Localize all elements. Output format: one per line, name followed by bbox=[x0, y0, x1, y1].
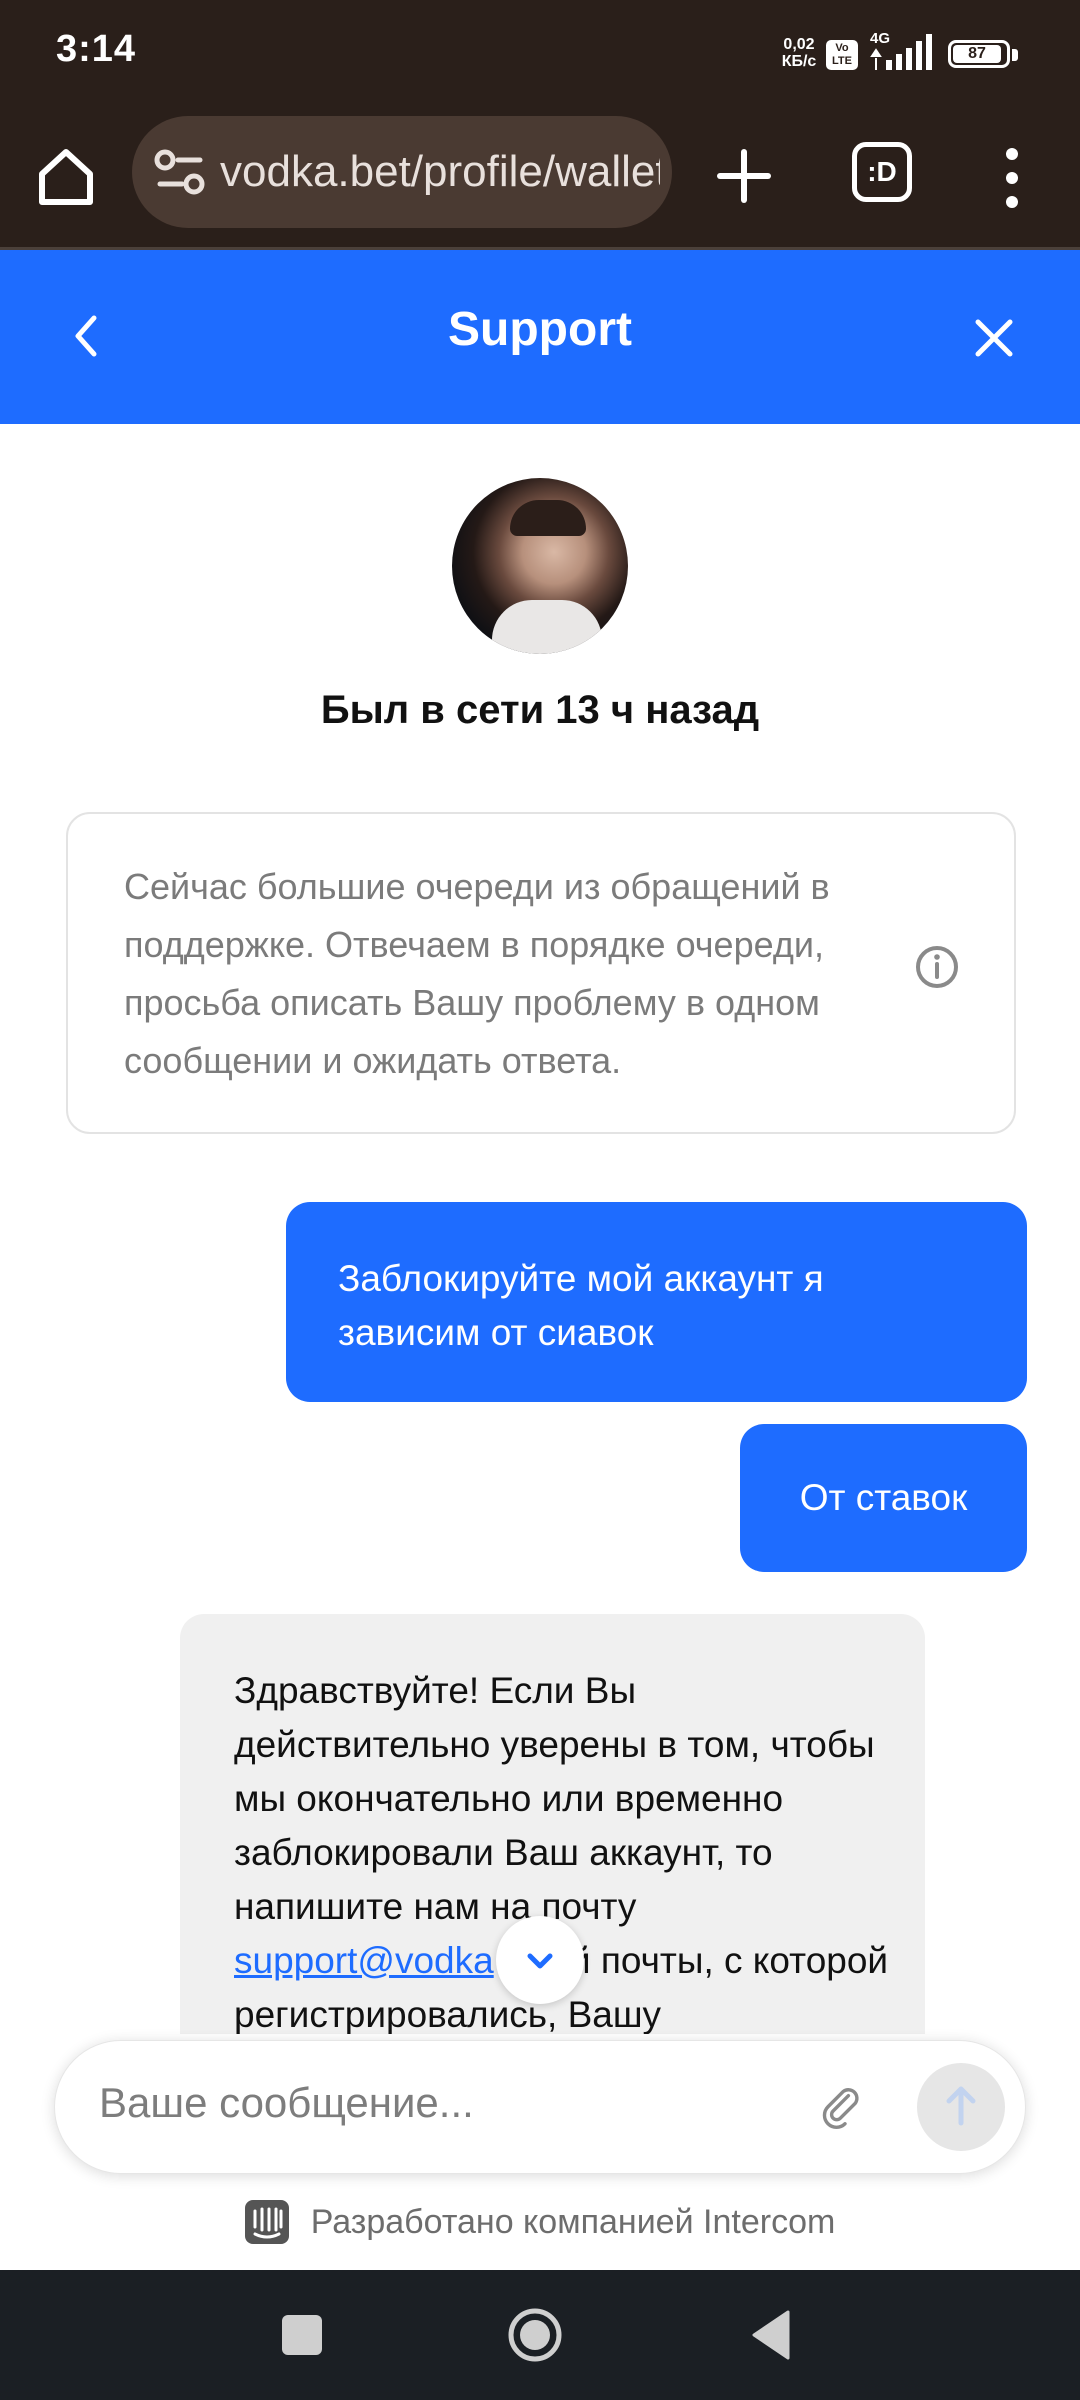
more-vertical-icon bbox=[1006, 148, 1018, 208]
powered-by-text: Разработано компанией Intercom bbox=[310, 2203, 836, 2241]
system-home-button[interactable] bbox=[506, 2306, 564, 2364]
system-back-button[interactable] bbox=[748, 2308, 792, 2362]
home-button[interactable] bbox=[30, 140, 102, 212]
scroll-to-bottom-button[interactable] bbox=[496, 1916, 584, 2004]
address-bar[interactable]: vodka.bet/profile/wallet bbox=[132, 116, 672, 228]
volte-bottom-label: LTE bbox=[832, 55, 852, 67]
tab-switcher-button[interactable]: :D bbox=[852, 142, 912, 202]
plus-icon bbox=[717, 149, 771, 203]
volte-icon: Vo LTE bbox=[826, 40, 858, 70]
support-header: Support bbox=[0, 250, 1080, 424]
support-title: Support bbox=[448, 303, 632, 356]
user-message: От ставок bbox=[740, 1424, 1027, 1572]
recents-button[interactable] bbox=[282, 2315, 322, 2355]
support-email-link[interactable]: support@vodka bbox=[234, 1940, 494, 1981]
new-tab-button[interactable] bbox=[706, 138, 782, 214]
message-input[interactable]: Ваше сообщение... bbox=[99, 2079, 474, 2127]
network-speed-value: 0,02 bbox=[783, 36, 815, 53]
battery-level: 87 bbox=[953, 45, 1001, 63]
queue-notice: Сейчас большие очереди из обращений в по… bbox=[66, 812, 1016, 1134]
send-button[interactable] bbox=[917, 2063, 1005, 2151]
info-icon[interactable] bbox=[914, 944, 960, 990]
agent-avatar bbox=[452, 478, 628, 654]
status-time: 3:14 bbox=[56, 28, 137, 70]
chevron-down-icon bbox=[527, 1953, 553, 1969]
user-message: Заблокируйте мой аккаунт я зависим от си… bbox=[286, 1202, 1027, 1402]
home-icon bbox=[39, 149, 93, 205]
arrow-up-icon bbox=[946, 2086, 976, 2126]
message-composer[interactable]: Ваше сообщение... bbox=[54, 2040, 1026, 2174]
browser-toolbar: vodka.bet/profile/wallet :D bbox=[0, 110, 1080, 250]
powered-by[interactable]: Разработано компанией Intercom bbox=[0, 2196, 1080, 2252]
browser-menu-button[interactable] bbox=[992, 140, 1032, 216]
agent-message-text-part: Здравствуйте! Если Вы действительно увер… bbox=[234, 1670, 875, 1927]
battery-icon: 87 bbox=[948, 38, 1020, 70]
site-settings-icon[interactable] bbox=[152, 146, 208, 198]
triangle-back-icon bbox=[752, 2310, 790, 2360]
queue-notice-text: Сейчас большие очереди из обращений в по… bbox=[124, 866, 830, 1081]
network-speed: 0,02 КБ/с bbox=[776, 36, 822, 70]
close-button[interactable] bbox=[966, 310, 1022, 366]
network-speed-unit: КБ/с bbox=[781, 53, 817, 70]
status-bar: 3:14 0,02 КБ/с Vo LTE 4G 87 bbox=[0, 0, 1080, 110]
signal-icon: 4G bbox=[870, 30, 940, 72]
url-text[interactable]: vodka.bet/profile/wallet bbox=[220, 144, 660, 200]
volte-top-label: Vo bbox=[835, 42, 849, 54]
intercom-logo-icon bbox=[244, 2200, 289, 2244]
close-icon bbox=[975, 319, 1013, 357]
agent-last-seen: Был в сети 13 ч назад bbox=[320, 688, 760, 732]
attach-icon[interactable] bbox=[811, 2077, 871, 2137]
circle-home-icon bbox=[508, 2308, 562, 2362]
